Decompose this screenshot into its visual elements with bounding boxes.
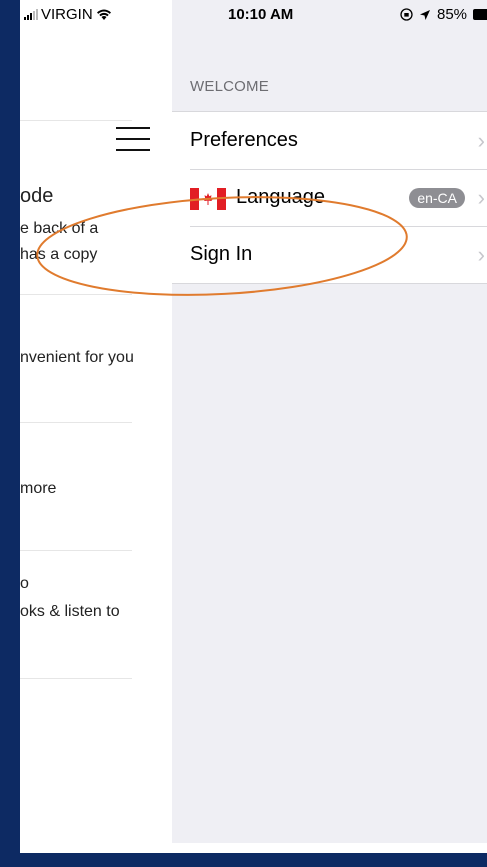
battery-icon (473, 9, 487, 20)
divider (20, 550, 132, 551)
menu-item-label: Preferences (190, 129, 298, 151)
page-text: e back of a (20, 220, 99, 237)
orientation-lock-icon (400, 8, 413, 21)
menu-item-label: Language (236, 186, 325, 208)
phone-screen: ode e back of a has a copy nvenient for … (20, 0, 487, 853)
section-title: WELCOME (190, 78, 269, 95)
drawer-menu: Preferences › Language en-CA › Sign In › (172, 111, 487, 284)
page-text: ode (20, 185, 54, 207)
language-badge: en-CA (409, 188, 465, 208)
carrier-label: VIRGIN (41, 6, 93, 23)
clock: 10:10 AM (228, 6, 294, 23)
carrier-info: VIRGIN (24, 6, 112, 23)
status-right: 85% (400, 6, 487, 23)
menu-item-preferences[interactable]: Preferences › (172, 112, 487, 169)
page-text: has a copy (20, 246, 98, 263)
menu-item-sign-in[interactable]: Sign In › (172, 226, 487, 283)
battery-percent: 85% (437, 6, 468, 23)
wifi-icon (96, 9, 111, 20)
menu-item-label: Sign In (190, 243, 253, 265)
divider (20, 678, 132, 679)
canada-flag-icon (190, 188, 226, 210)
side-drawer: WELCOME Preferences › Language en-CA › S… (172, 0, 487, 843)
page-text: more (20, 480, 57, 497)
hamburger-menu-icon[interactable] (116, 127, 150, 151)
page-text: nvenient for you (20, 349, 134, 366)
page-text: oks & listen to (20, 603, 120, 620)
menu-item-language[interactable]: Language en-CA › (172, 169, 487, 226)
page-text: o (20, 575, 29, 592)
divider (20, 422, 132, 423)
location-arrow-icon (420, 9, 430, 20)
chevron-right-icon: › (477, 127, 485, 153)
chevron-right-icon: › (477, 184, 485, 210)
chevron-right-icon: › (477, 241, 485, 267)
divider (20, 294, 132, 295)
background-page: ode e back of a has a copy nvenient for … (20, 0, 172, 853)
divider (20, 120, 132, 121)
status-bar: VIRGIN 10:10 AM 85% (20, 0, 487, 30)
signal-icon (24, 9, 38, 20)
